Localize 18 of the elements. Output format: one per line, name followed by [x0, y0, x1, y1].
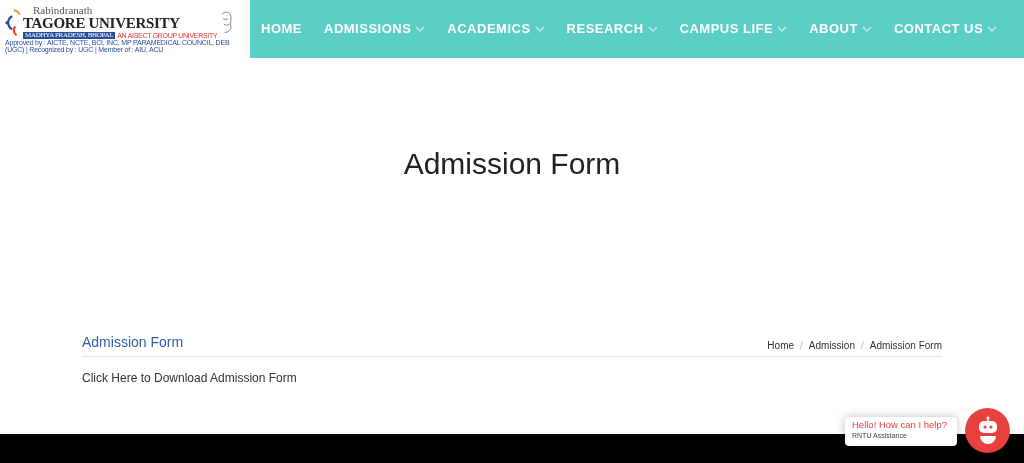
logo-text: Rabindranath — [32, 4, 94, 16]
breadcrumb-separator: / — [860, 339, 864, 353]
page-title: Admission Form — [402, 146, 622, 182]
logo-text: TAGORE UNIVERSITY — [23, 15, 181, 31]
breadcrumb-separator: / — [800, 339, 803, 353]
nav-link[interactable]: CAMPUS LIFE — [668, 19, 799, 39]
nav-link[interactable]: HOME — [250, 19, 313, 39]
breadcrumb-current: Admission Form — [869, 339, 942, 353]
breadcrumb-link[interactable]: Home — [767, 338, 795, 353]
nav-link[interactable]: RESEARCH — [555, 19, 669, 39]
breadcrumb-link[interactable]: Admission — [808, 338, 855, 353]
nav-link[interactable]: ADMISSIONS — [313, 19, 437, 39]
section-heading: Admission Form — [82, 333, 184, 352]
download-link[interactable]: Click Here to Download Admission Form — [82, 369, 297, 387]
nav-link[interactable]: CONTACT US — [882, 19, 1009, 39]
nav-link[interactable]: ABOUT — [798, 19, 883, 39]
nav-link[interactable]: ACADEMICS — [436, 19, 556, 39]
chat-greeting: Hello! How can I help? — [852, 420, 949, 431]
